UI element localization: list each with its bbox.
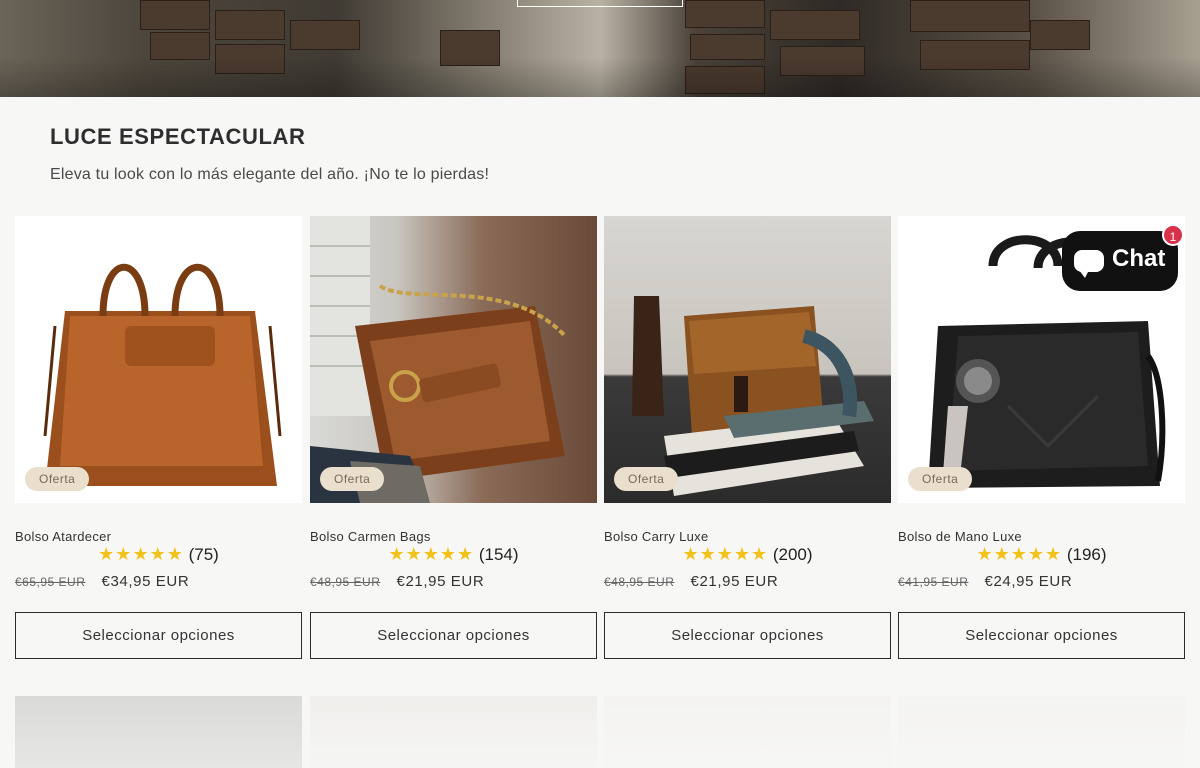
chat-bubble-icon: [1074, 250, 1104, 278]
product-card: Oferta Bolso Carmen Bags ★★★★★ (154) €48…: [310, 216, 597, 659]
chat-button[interactable]: Chat: [1062, 231, 1178, 291]
product-prices: €41,95 EUR €24,95 EUR: [898, 573, 1072, 590]
product-image[interactable]: [604, 696, 891, 768]
product-prices: €48,95 EUR €21,95 EUR: [604, 573, 778, 590]
product-image[interactable]: [898, 696, 1185, 768]
star-rating-icon: ★★★★★: [976, 544, 1063, 564]
star-rating-icon: ★★★★★: [98, 544, 184, 564]
select-options-button[interactable]: Seleccionar opciones: [310, 612, 597, 659]
star-rating-icon: ★★★★★: [682, 544, 769, 564]
product-image[interactable]: Oferta: [15, 216, 302, 503]
hero-banner: [0, 0, 1200, 97]
chat-label: Chat: [1112, 245, 1166, 272]
sale-price: €21,95 EUR: [396, 573, 485, 590]
sale-badge: Oferta: [25, 467, 90, 491]
select-options-button[interactable]: Seleccionar opciones: [898, 612, 1185, 659]
product-prices: €65,95 EUR €34,95 EUR: [15, 573, 189, 590]
product-image[interactable]: [15, 696, 302, 768]
product-name[interactable]: Bolso Carry Luxe: [604, 529, 709, 544]
product-rating: ★★★★★ (154): [310, 544, 597, 565]
product-image[interactable]: [310, 696, 597, 768]
chat-unread-badge: 1: [1162, 224, 1184, 246]
product-name[interactable]: Bolso Atardecer: [15, 529, 111, 544]
product-rating: ★★★★★ (196): [898, 544, 1185, 565]
sale-price: €34,95 EUR: [101, 573, 190, 590]
compare-price: €48,95 EUR: [310, 575, 381, 589]
sale-badge: Oferta: [614, 467, 679, 491]
review-count: (154): [478, 545, 519, 564]
sale-badge: Oferta: [320, 467, 385, 491]
review-count: (200): [772, 545, 813, 564]
select-options-button[interactable]: Seleccionar opciones: [604, 612, 891, 659]
section-subtitle: Eleva tu look con lo más elegante del añ…: [50, 166, 490, 183]
product-prices: €48,95 EUR €21,95 EUR: [310, 573, 484, 590]
product-name[interactable]: Bolso Carmen Bags: [310, 529, 431, 544]
product-rating: ★★★★★ (75): [15, 544, 302, 565]
select-options-button[interactable]: Seleccionar opciones: [15, 612, 302, 659]
sale-price: €24,95 EUR: [984, 573, 1073, 590]
product-image[interactable]: Oferta: [604, 216, 891, 503]
sale-price: €21,95 EUR: [690, 573, 779, 590]
compare-price: €41,95 EUR: [898, 575, 969, 589]
compare-price: €48,95 EUR: [604, 575, 675, 589]
product-image[interactable]: Oferta: [310, 216, 597, 503]
review-count: (196): [1066, 545, 1107, 564]
product-rating: ★★★★★ (200): [604, 544, 891, 565]
section-title: LUCE ESPECTACULAR: [50, 124, 306, 149]
sale-badge: Oferta: [908, 467, 973, 491]
star-rating-icon: ★★★★★: [388, 544, 475, 564]
compare-price: €65,95 EUR: [15, 575, 86, 589]
product-name[interactable]: Bolso de Mano Luxe: [898, 529, 1022, 544]
hero-button[interactable]: [517, 0, 683, 7]
review-count: (75): [188, 545, 219, 564]
product-card: Oferta Bolso Atardecer ★★★★★ (75) €65,95…: [15, 216, 302, 659]
product-card: Oferta Bolso Carry Luxe ★★★★★ (200) €48,…: [604, 216, 891, 659]
